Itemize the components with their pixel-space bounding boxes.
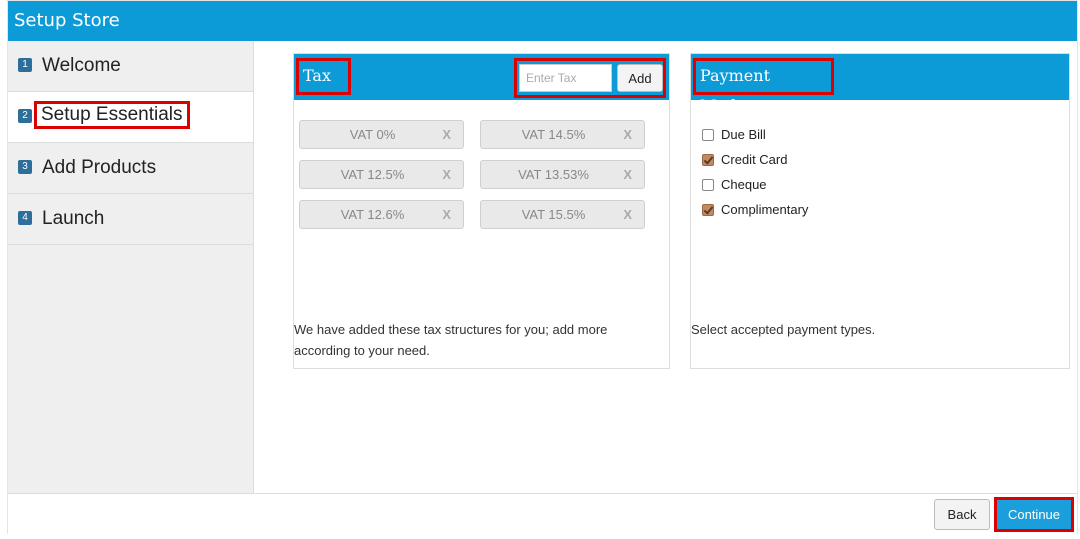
checkbox[interactable] [702,178,714,191]
tax-chip-label: VAT 13.53% [518,167,589,182]
remove-tax-icon[interactable]: X [623,167,632,182]
payment-mode-label: Due Bill [721,127,766,142]
payment-panel-header: Payment Modes [691,54,1069,115]
wizard-footer: Back Continue [8,493,1077,534]
payment-mode-label: Complimentary [721,202,809,217]
remove-tax-icon[interactable]: X [442,167,451,182]
remove-tax-icon[interactable]: X [442,207,451,222]
continue-button[interactable]: Continue [997,500,1071,529]
tax-chip: VAT 12.5% X [299,160,464,189]
remove-tax-icon[interactable]: X [623,207,632,222]
payment-help-text: Select accepted payment types. [691,322,876,337]
continue-highlight: Continue [994,497,1074,532]
step-add-products[interactable]: 3 Add Products [8,143,253,194]
add-tax-group: Add [514,58,666,98]
step-welcome[interactable]: 1 Welcome [8,41,253,92]
step-number: 2 [18,109,32,123]
tax-title: Tax [296,58,351,95]
payment-mode-label: Credit Card [721,152,788,167]
checkbox[interactable] [702,128,714,141]
step-label: Add Products [42,157,157,178]
app-title: Setup Store [8,1,1077,41]
tax-help-text: We have added these tax structures for y… [294,322,608,358]
payment-mode-due-bill[interactable]: Due Bill [702,122,808,147]
step-number: 3 [18,160,32,174]
step-label: Welcome [42,55,121,76]
tax-chip: VAT 13.53% X [480,160,645,189]
payment-modes-title: Payment Modes [693,58,834,115]
step-number: 4 [18,211,32,225]
tax-panel-header: Tax Add [294,54,669,100]
tax-chip: VAT 12.6% X [299,200,464,229]
tax-input[interactable] [519,64,612,92]
setup-steps-sidebar: 1 Welcome 2 Setup Essentials 3 Add Produ… [8,41,254,493]
tax-chip: VAT 15.5% X [480,200,645,229]
tax-chip-label: VAT 15.5% [521,207,586,222]
tax-panel: Tax Add VAT 0% X VAT 14.5% X VAT 12.5% X… [293,53,670,369]
payment-mode-label: Cheque [721,177,767,192]
tax-chip: VAT 14.5% X [480,120,645,149]
tax-chip-label: VAT 12.5% [340,167,405,182]
payment-modes-panel: Payment Modes Due Bill Credit Card Chequ… [690,53,1070,369]
add-tax-button[interactable]: Add [617,64,663,92]
step-setup-essentials[interactable]: 2 Setup Essentials [8,92,253,143]
tax-chip-label: VAT 14.5% [521,127,586,142]
step-number: 1 [18,58,32,72]
setup-store-window: Setup Store 1 Welcome 2 Setup Essentials… [7,0,1078,534]
remove-tax-icon[interactable]: X [623,127,632,142]
tax-list: VAT 0% X VAT 14.5% X VAT 12.5% X VAT 13.… [299,120,645,229]
payment-mode-list: Due Bill Credit Card Cheque Complimentar… [702,122,808,222]
back-button[interactable]: Back [934,499,990,530]
payment-mode-cheque[interactable]: Cheque [702,172,808,197]
tax-chip: VAT 0% X [299,120,464,149]
step-label: Setup Essentials [34,101,190,129]
step-launch[interactable]: 4 Launch [8,194,253,245]
payment-mode-credit-card[interactable]: Credit Card [702,147,808,172]
payment-mode-complimentary[interactable]: Complimentary [702,197,808,222]
checkbox[interactable] [702,153,714,166]
checkbox[interactable] [702,203,714,216]
tax-chip-label: VAT 0% [349,127,396,142]
step-label: Launch [42,208,105,229]
tax-chip-label: VAT 12.6% [340,207,405,222]
remove-tax-icon[interactable]: X [442,127,451,142]
